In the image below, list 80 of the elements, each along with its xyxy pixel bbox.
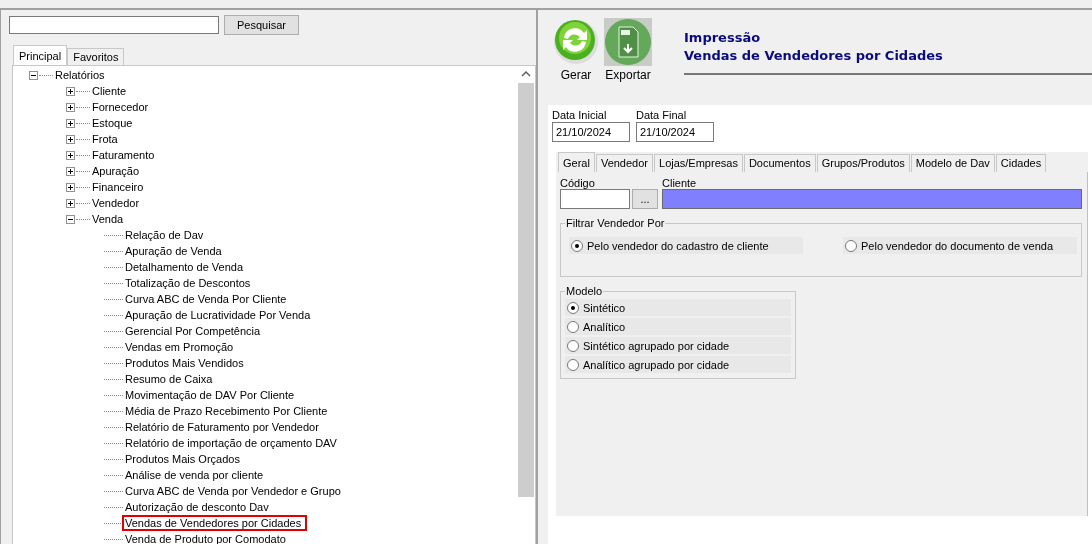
search-field[interactable]: [9, 16, 219, 34]
tab[interactable]: Modelo de Dav: [910, 154, 995, 172]
tree-item[interactable]: Resumo de Caixa: [124, 373, 214, 385]
toolbar-label[interactable]: Exportar: [605, 68, 651, 82]
tree-item[interactable]: Curva ABC de Venda Por Cliente: [124, 293, 288, 305]
tab[interactable]: Lojas/Empresas: [654, 154, 743, 172]
radio-option[interactable]: Sintético agrupado por cidade: [565, 337, 791, 354]
tab[interactable]: Grupos/Produtos: [816, 154, 910, 172]
radio-option[interactable]: Pelo vendedor do documento de venda: [843, 237, 1077, 254]
tree-item[interactable]: Análise de venda por cliente: [124, 469, 265, 481]
tree-item[interactable]: Estoque: [91, 117, 134, 129]
collapse-icon[interactable]: [66, 214, 75, 224]
spreadsheet-export-icon[interactable]: [604, 18, 652, 66]
lookup-button[interactable]: ...: [632, 189, 658, 209]
radio-icon[interactable]: [567, 339, 579, 352]
radio-option[interactable]: Pelo vendedor do cadastro de cliente: [569, 237, 803, 254]
date-field[interactable]: 21/10/2024: [636, 122, 714, 142]
radio-icon[interactable]: [845, 239, 857, 252]
tree-item[interactable]: Apuração: [91, 165, 141, 177]
tree-item[interactable]: Movimentação de DAV Por Cliente: [124, 389, 296, 401]
field-label: Cliente: [662, 177, 698, 189]
group-title: Filtrar Vendedor Por: [565, 217, 666, 229]
tree-item[interactable]: Relatório de Faturamento por Vendedor: [124, 421, 320, 433]
expand-icon[interactable]: [66, 150, 75, 160]
tree-item[interactable]: Vendas de Vendedores por Cidades: [124, 517, 306, 529]
tree-item[interactable]: Vendedor: [91, 197, 141, 209]
report-title: Vendas de Vendedores por Cidades: [684, 47, 944, 65]
radio-icon[interactable]: [571, 239, 583, 252]
expand-icon[interactable]: [66, 86, 75, 96]
tree-item[interactable]: Vendas em Promoção: [124, 341, 235, 353]
tree-item[interactable]: Média de Prazo Recebimento Por Cliente: [124, 405, 329, 417]
expand-icon[interactable]: [66, 102, 75, 112]
tree-item[interactable]: Detalhamento de Venda: [124, 261, 245, 273]
expand-icon[interactable]: [66, 198, 75, 208]
radio-icon[interactable]: [567, 301, 579, 314]
client-field[interactable]: [662, 189, 1082, 209]
tab[interactable]: Vendedor: [595, 154, 653, 172]
tree-item[interactable]: Relatório de importação de orçamento DAV: [124, 437, 338, 449]
tab[interactable]: Documentos: [743, 154, 816, 172]
tree-item[interactable]: Totalização de Descontos: [124, 277, 252, 289]
search-button[interactable]: Pesquisar: [224, 15, 299, 35]
tree-item[interactable]: Produtos Mais Vendidos: [124, 357, 245, 369]
field-label: Código: [560, 177, 596, 189]
tree-item[interactable]: Apuração de Lucratividade Por Venda: [124, 309, 312, 321]
code-field[interactable]: [560, 189, 630, 209]
radio-option[interactable]: Analítico: [565, 318, 791, 335]
tree-item[interactable]: Curva ABC de Venda por Vendedor e Grupo: [124, 485, 342, 497]
tree-item[interactable]: Fornecedor: [91, 101, 150, 113]
radio-icon[interactable]: [567, 320, 579, 333]
toolbar-label[interactable]: Gerar: [560, 68, 592, 82]
tree-item[interactable]: Faturamento: [91, 149, 156, 161]
tab[interactable]: Cidades: [995, 154, 1047, 172]
group-title: Modelo: [565, 285, 604, 297]
date-label: Data Final: [636, 109, 688, 121]
refresh-icon[interactable]: [552, 18, 600, 66]
tree-item[interactable]: Autorização de desconto Dav: [124, 501, 270, 513]
collapse-icon[interactable]: [29, 70, 38, 80]
expand-icon[interactable]: [66, 134, 75, 144]
tree-item[interactable]: Frota: [91, 133, 119, 145]
expand-icon[interactable]: [66, 182, 75, 192]
tree-item[interactable]: Apuração de Venda: [124, 245, 223, 257]
tab[interactable]: Principal: [13, 45, 68, 65]
scrollbar-thumb[interactable]: [518, 83, 534, 497]
tree-item[interactable]: Relação de Dav: [124, 229, 205, 241]
tree-item[interactable]: Produtos Mais Orçados: [124, 453, 241, 465]
expand-icon[interactable]: [66, 166, 75, 176]
radio-icon[interactable]: [567, 358, 579, 371]
radio-option[interactable]: Analítico agrupado por cidade: [565, 356, 791, 373]
tree-item[interactable]: Cliente: [91, 85, 128, 97]
tree-item[interactable]: Venda: [91, 213, 125, 225]
tree-item[interactable]: Relatórios: [54, 69, 106, 81]
report-subtitle: Impressão: [684, 29, 762, 47]
date-label: Data Inicial: [552, 109, 608, 121]
tree-item[interactable]: Gerencial Por Competência: [124, 325, 262, 337]
expand-icon[interactable]: [66, 118, 75, 128]
tab[interactable]: Favoritos: [67, 48, 125, 65]
date-field[interactable]: 21/10/2024: [552, 122, 630, 142]
tab[interactable]: Geral: [558, 152, 595, 172]
radio-option[interactable]: Sintético: [565, 299, 791, 316]
tree-item[interactable]: Financeiro: [91, 181, 145, 193]
